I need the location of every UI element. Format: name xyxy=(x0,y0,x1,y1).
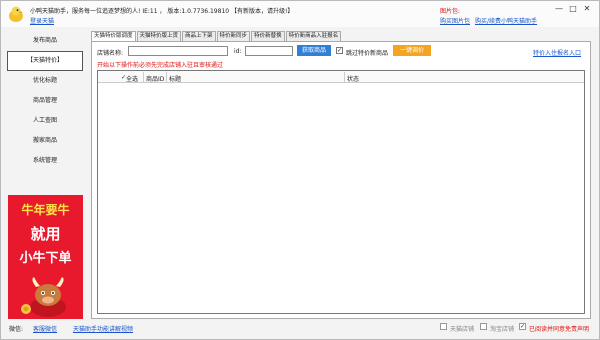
app-window: 小鸭天猫助手，服务每一位追逐梦想的人! IE:11 ， 版本:1.0.7736.… xyxy=(0,0,600,340)
tab-special-signup[interactable]: 特价新商品入驻报名 xyxy=(285,31,342,41)
sidebar-item-manual-image[interactable]: 人工查图 xyxy=(7,111,83,131)
column-divider xyxy=(166,72,167,82)
sidebar-item-product-manage[interactable]: 商品管理 xyxy=(7,91,83,111)
column-header-status[interactable]: 状态 xyxy=(347,74,359,83)
sidebar-item-tmall-special[interactable]: 【天猫特价】 xyxy=(7,51,83,71)
sidebar-item-system[interactable]: 系统管理 xyxy=(7,151,83,171)
column-divider xyxy=(143,72,144,82)
agreement-checkbox[interactable]: ✓ xyxy=(519,323,526,330)
ad-line-1: 牛年要牛 xyxy=(21,203,70,217)
id-label: id: xyxy=(234,48,242,55)
taobao-shop-label: 淘宝店铺 xyxy=(490,326,515,333)
id-input[interactable] xyxy=(245,46,293,56)
ad-banner[interactable]: 牛年要牛 就用 小牛下单 xyxy=(8,195,83,319)
buy-image-package-link[interactable]: 购买图片包 xyxy=(440,16,470,25)
tab-special-schedule[interactable]: 天猫特价版调度 xyxy=(91,31,136,41)
tmall-shop-label: 天猫店铺 xyxy=(450,326,475,333)
sidebar-item-publish[interactable]: 发布商品 xyxy=(7,31,83,51)
sidebar: 发布商品 【天猫特价】 优化标题 商品管理 人工查图 搬家商品 系统管理 xyxy=(7,31,83,171)
skip-special-label: 跳过特价新商品 xyxy=(346,50,389,57)
table-header: ✓ 全选 商品ID 标题 状态 xyxy=(98,71,584,83)
title-bar: 小鸭天猫助手，服务每一位追逐梦想的人! IE:11 ， 版本:1.0.7736.… xyxy=(1,1,599,27)
taobao-shop-checkbox[interactable] xyxy=(480,323,487,330)
fetch-products-button[interactable]: 获取商品 xyxy=(297,45,331,56)
tab-shelf[interactable]: 商品上下架 xyxy=(182,31,216,41)
special-signup-entry-link[interactable]: 特价入住报名入口 xyxy=(533,48,581,57)
minimize-icon[interactable]: — xyxy=(553,4,565,14)
tab-special-sync[interactable]: 特价新同步 xyxy=(216,31,251,41)
warning-message: 开始以下操作前必须先完成店铺入驻且审核通过 xyxy=(97,62,224,69)
tab-bar: 天猫特价版调度 天猫特价版上货 商品上下架 特价新同步 特价新替换 特价新商品入驻报名 xyxy=(91,31,342,41)
app-title: 小鸭天猫助手，服务每一位追逐梦想的人! IE:11 ， 版本:1.0.7736.… xyxy=(30,8,294,15)
tab-special-replace[interactable]: 特价新替换 xyxy=(251,31,285,41)
sidebar-item-optimize-title[interactable]: 优化标题 xyxy=(7,71,83,91)
shop-name-input[interactable] xyxy=(128,46,228,56)
image-package-label: 图片包: xyxy=(440,8,461,15)
agreement-label: 已阅读并同意免责声明 xyxy=(529,326,590,333)
one-click-price-button[interactable]: 一键调价 xyxy=(393,45,431,56)
login-link[interactable]: 登录天猫 xyxy=(30,16,54,25)
sidebar-item-move-products[interactable]: 搬家商品 xyxy=(7,131,83,151)
ad-line-3: 小牛下单 xyxy=(19,251,72,266)
tutorial-video-link[interactable]: 天猫助手功能讲解视频 xyxy=(73,324,133,333)
skip-special-checkbox[interactable]: ✓ xyxy=(336,47,343,54)
column-header-title[interactable]: 标题 xyxy=(169,74,181,83)
tmall-shop-checkbox[interactable] xyxy=(440,323,447,330)
shop-name-label: 店铺名称: xyxy=(97,50,124,57)
buy-renew-link[interactable]: 购买/续费小鸭天猫助手 xyxy=(475,16,537,25)
column-header-product-id[interactable]: 商品ID xyxy=(146,74,164,83)
duck-logo-icon xyxy=(9,6,23,22)
tab-special-upload[interactable]: 天猫特价版上货 xyxy=(136,31,182,41)
ad-line-2: 就用 xyxy=(30,225,61,243)
product-table[interactable]: ✓ 全选 商品ID 标题 状态 xyxy=(97,70,585,314)
wechat-label: 微信: xyxy=(9,326,24,333)
cartoon-bull-icon xyxy=(21,277,66,317)
select-all-label: 全选 xyxy=(126,76,139,83)
close-icon[interactable]: ✕ xyxy=(581,4,593,14)
maximize-icon[interactable]: □ xyxy=(567,4,579,14)
support-wechat-link[interactable]: 客服微信 xyxy=(33,324,57,333)
column-divider xyxy=(344,72,345,82)
